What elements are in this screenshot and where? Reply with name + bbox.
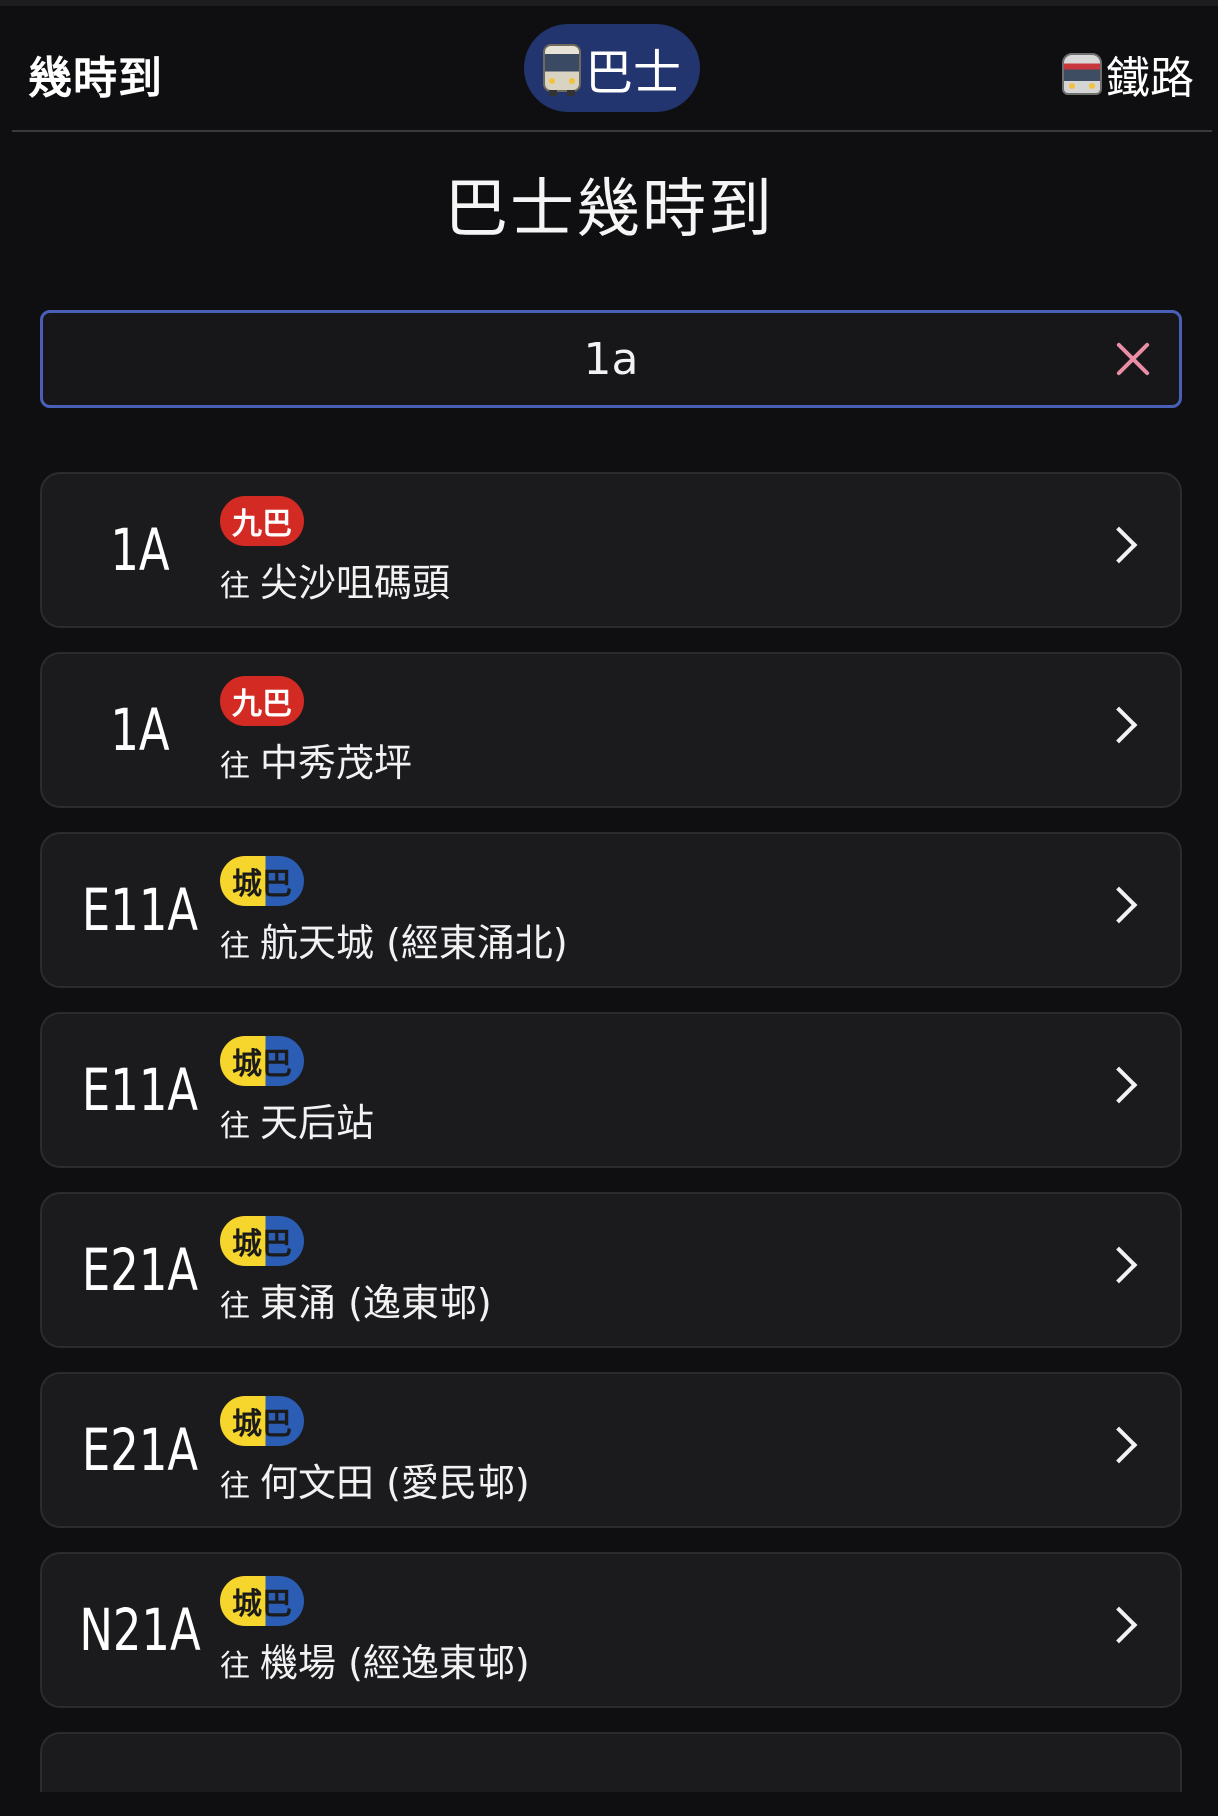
direction-label: 往 [220,1649,250,1684]
app-header: 幾時到 巴士 鐵路 [12,6,1212,132]
route-result-item[interactable] [40,1732,1182,1792]
bus-icon [542,44,581,96]
tab-bus-label: 巴士 [584,45,681,101]
route-number: 1A [110,696,170,764]
tab-rail[interactable]: 鐵路 [1062,42,1194,106]
route-result-item[interactable]: E21A 城巴往何文田 (愛民邨) [40,1372,1182,1528]
route-result-item[interactable]: N21A 城巴往機場 (經逸東邨) [40,1552,1182,1708]
operator-badge: 九巴 [220,676,304,726]
chevron-right-icon [1100,886,1138,924]
route-result-item[interactable]: E21A 城巴往東涌 (逸東邨) [40,1192,1182,1348]
chevron-right-icon [1100,1426,1138,1464]
route-destination: 往東涌 (逸東邨) [220,1272,492,1327]
operator-badge: 城巴 [220,856,304,906]
search-box [40,310,1182,408]
route-destination: 往何文田 (愛民邨) [220,1452,530,1507]
direction-label: 往 [220,1109,250,1144]
tab-rail-label: 鐵路 [1106,53,1194,104]
chevron-right-icon [1100,526,1138,564]
destination-name: 天后站 [260,1101,375,1145]
route-destination: 往中秀茂坪 [220,732,412,787]
route-destination: 往天后站 [220,1092,374,1147]
destination-name: 機場 (經逸東邨) [260,1641,530,1685]
route-number: E11A [81,1056,199,1124]
operator-badge: 城巴 [220,1396,304,1446]
tab-bus[interactable]: 巴士 [524,24,700,112]
destination-name: 航天城 (經東涌北) [260,921,568,965]
app-title[interactable]: 幾時到 [28,42,163,106]
route-result-item[interactable]: E11A 城巴往航天城 (經東涌北) [40,832,1182,988]
direction-label: 往 [220,749,250,784]
operator-badge: 城巴 [220,1216,304,1266]
destination-name: 何文田 (愛民邨) [260,1461,530,1505]
destination-name: 東涌 (逸東邨) [260,1281,492,1325]
train-icon [1062,53,1102,95]
route-number: E21A [81,1416,199,1484]
route-number: 1A [110,516,170,584]
direction-label: 往 [220,1469,250,1504]
route-number: N21A [79,1596,201,1664]
direction-label: 往 [220,569,250,604]
close-icon[interactable] [1113,339,1153,379]
destination-name: 中秀茂坪 [260,741,413,785]
route-result-item[interactable]: 1A 九巴往中秀茂坪 [40,652,1182,808]
route-number: E11A [81,876,199,944]
operator-badge: 城巴 [220,1036,304,1086]
route-destination: 往航天城 (經東涌北) [220,912,568,967]
route-destination: 往機場 (經逸東邨) [220,1632,530,1687]
page-title: 巴士幾時到 [444,173,774,247]
route-number: E21A [81,1236,199,1304]
route-result-item[interactable]: E11A 城巴往天后站 [40,1012,1182,1168]
chevron-right-icon [1100,1606,1138,1644]
destination-name: 尖沙咀碼頭 [260,561,451,605]
chevron-right-icon [1100,706,1138,744]
chevron-right-icon [1100,1066,1138,1104]
direction-label: 往 [220,929,250,964]
operator-badge: 城巴 [220,1576,304,1626]
search-input[interactable] [43,313,1179,405]
direction-label: 往 [220,1289,250,1324]
route-destination: 往尖沙咀碼頭 [220,552,450,607]
route-result-item[interactable]: 1A 九巴往尖沙咀碼頭 [40,472,1182,628]
chevron-right-icon [1100,1246,1138,1284]
operator-badge: 九巴 [220,496,304,546]
route-result-list: 1A 九巴往尖沙咀碼頭 1A 九巴往中秀茂坪 E11A 城巴往航天城 (經東涌北) E11A… [40,472,1182,1816]
